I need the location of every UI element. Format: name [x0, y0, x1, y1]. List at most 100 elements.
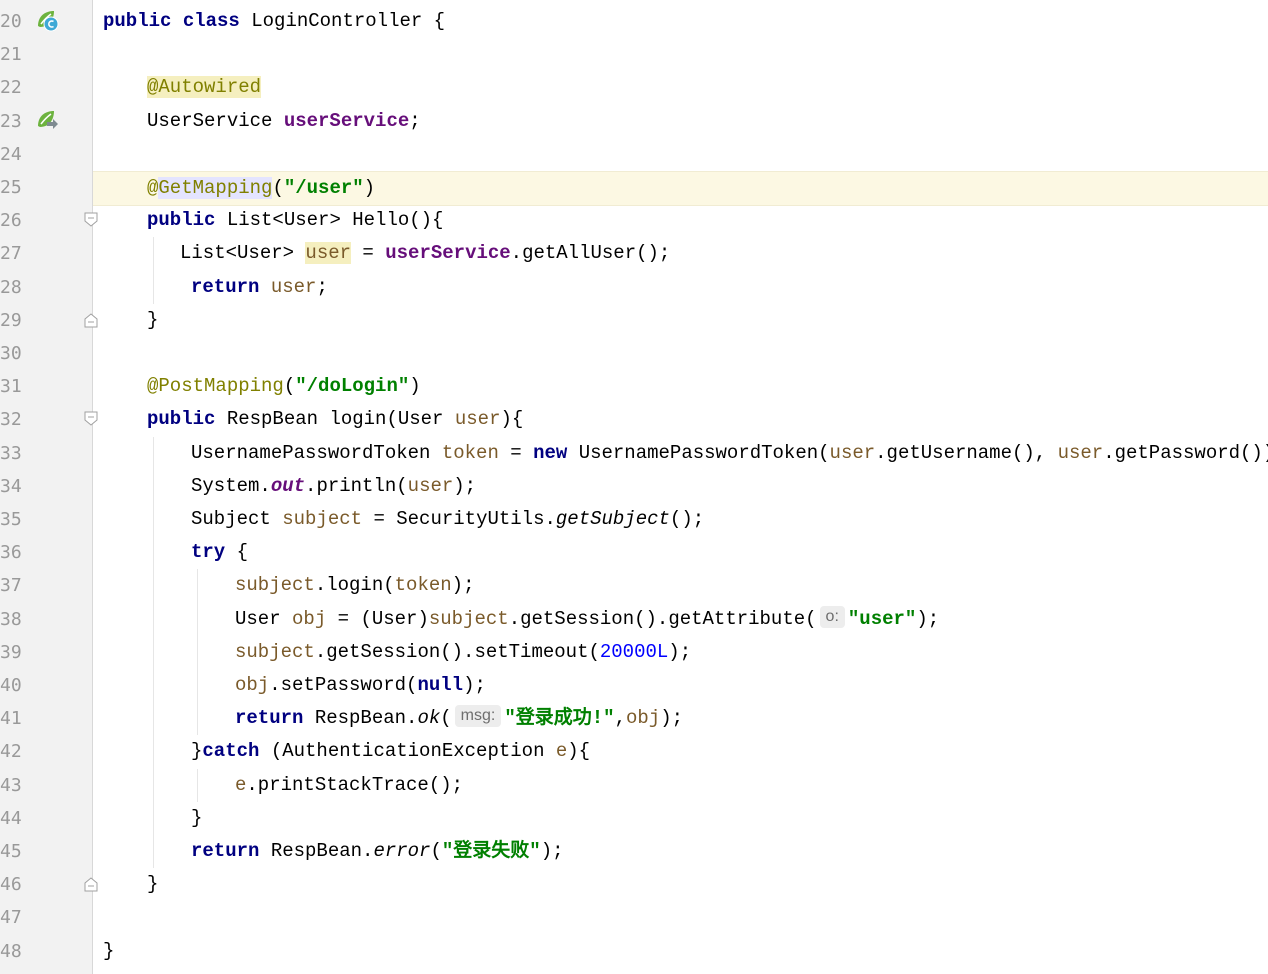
code-token: ok	[417, 707, 441, 730]
code-token: );	[453, 474, 477, 497]
code-line[interactable]: return user;	[93, 271, 1268, 304]
code-line[interactable]: }	[93, 304, 1268, 337]
line-number[interactable]: 40	[0, 669, 28, 702]
code-line[interactable]	[93, 38, 1268, 71]
line-number[interactable]: 25	[0, 171, 28, 204]
line-number[interactable]: 20	[0, 5, 28, 38]
line-number[interactable]: 23	[0, 105, 28, 138]
code-token: ;	[409, 109, 421, 132]
code-token: token	[394, 574, 452, 597]
code-line[interactable]	[93, 138, 1268, 171]
code-line[interactable]: try {	[93, 536, 1268, 569]
code-token: @Autowired	[147, 76, 262, 99]
line-number[interactable]: 41	[0, 702, 28, 735]
line-number[interactable]: 43	[0, 769, 28, 802]
code-token: userService	[385, 242, 511, 265]
code-line[interactable]: }	[93, 802, 1268, 835]
line-number[interactable]: 32	[0, 403, 28, 436]
code-line[interactable]: User obj = (User)subject.getSession().ge…	[93, 603, 1268, 636]
code-token: return	[191, 840, 260, 862]
code-text: @GetMapping("/user")	[147, 172, 375, 205]
code-line[interactable]: subject.getSession().setTimeout(20000L);	[93, 636, 1268, 669]
line-number[interactable]: 37	[0, 569, 28, 602]
code-token: subject	[235, 640, 315, 663]
code-token: }	[147, 873, 159, 896]
code-line[interactable]: obj.setPassword(null);	[93, 669, 1268, 702]
line-number[interactable]: 38	[0, 603, 28, 636]
line-number[interactable]: 26	[0, 204, 28, 237]
code-line[interactable]: public List<User> Hello(){	[93, 204, 1268, 237]
code-editor[interactable]: public class LoginController { @Autowired…	[93, 0, 1268, 974]
code-line[interactable]	[93, 337, 1268, 370]
code-token: RespBean.	[303, 707, 418, 730]
editor-gutter[interactable]: 20 21 22 23 24 25 26 27 28 29 30 31 32 33 34 35 36 37 38 39…	[0, 0, 98, 974]
line-number[interactable]: 36	[0, 536, 28, 569]
line-number[interactable]: 35	[0, 503, 28, 536]
code-line[interactable]	[93, 901, 1268, 934]
code-token: .getPassword());	[1103, 441, 1268, 464]
line-number[interactable]: 48	[0, 935, 28, 968]
code-token: user	[270, 275, 317, 298]
code-line[interactable]: return RespBean.error("登录失败");	[93, 835, 1268, 868]
code-token: token	[441, 441, 499, 464]
code-line[interactable]: UsernamePasswordToken token = new Userna…	[93, 437, 1268, 470]
code-token: .getSession().getAttribute(	[508, 607, 817, 630]
code-line[interactable]: Subject subject = SecurityUtils.getSubje…	[93, 503, 1268, 536]
code-text: return RespBean.ok(msg: "登录成功!",obj);	[235, 702, 683, 735]
code-line[interactable]: @PostMapping("/doLogin")	[93, 370, 1268, 403]
code-line[interactable]: return RespBean.ok(msg: "登录成功!",obj);	[93, 702, 1268, 735]
line-number[interactable]: 30	[0, 337, 28, 370]
line-number[interactable]: 34	[0, 470, 28, 503]
code-token: "/doLogin"	[295, 375, 410, 398]
code-token: List<User> Hello(){	[215, 209, 444, 232]
code-token: user	[305, 242, 352, 265]
code-token: }	[191, 740, 203, 763]
line-number[interactable]: 28	[0, 271, 28, 304]
line-number[interactable]: 33	[0, 437, 28, 470]
code-text: public class LoginController {	[103, 5, 445, 38]
code-token: LoginController {	[239, 10, 446, 32]
code-text: return RespBean.error("登录失败");	[191, 835, 564, 868]
code-line[interactable]: System.out.println(user);	[93, 470, 1268, 503]
line-number[interactable]: 46	[0, 868, 28, 901]
line-number[interactable]: 47	[0, 901, 28, 934]
code-line[interactable]: UserService userService;	[93, 105, 1268, 138]
code-line[interactable]: List<User> user = userService.getAllUser…	[93, 237, 1268, 270]
line-number[interactable]: 21	[0, 38, 28, 71]
code-line[interactable]: public RespBean login(User user){	[93, 403, 1268, 436]
code-token: obj	[235, 674, 270, 696]
line-number[interactable]: 24	[0, 138, 28, 171]
spring-autowired-navigate-icon[interactable]	[35, 108, 59, 132]
code-token: UsernamePasswordToken(	[567, 441, 830, 464]
indent-guide	[153, 436, 154, 869]
code-text: List<User> user = userService.getAllUser…	[180, 237, 670, 270]
line-number[interactable]: 31	[0, 370, 28, 403]
code-token: public	[147, 408, 216, 431]
code-token: GetMapping	[158, 177, 273, 199]
code-line[interactable]: @Autowired	[93, 71, 1268, 104]
spring-bean-class-icon[interactable]	[35, 8, 59, 32]
line-number[interactable]: 22	[0, 71, 28, 104]
line-number[interactable]: 45	[0, 835, 28, 868]
code-token: user	[407, 474, 454, 497]
line-number[interactable]: 42	[0, 735, 28, 768]
code-line[interactable]: public class LoginController {	[93, 5, 1268, 38]
code-token: null	[417, 674, 464, 696]
line-number[interactable]: 27	[0, 237, 28, 270]
indent-guide	[197, 768, 198, 802]
code-line[interactable]: @GetMapping("/user")	[93, 171, 1268, 206]
code-token: try	[191, 541, 226, 564]
code-token: obj	[625, 707, 661, 730]
line-number[interactable]: 29	[0, 304, 28, 337]
code-text: }	[103, 935, 114, 968]
code-line[interactable]: subject.login(token);	[93, 569, 1268, 602]
code-line[interactable]: e.printStackTrace();	[93, 769, 1268, 802]
code-line[interactable]: }catch (AuthenticationException e){	[93, 735, 1268, 768]
code-token: "登录成功!"	[504, 707, 615, 730]
line-number[interactable]: 39	[0, 636, 28, 669]
line-number[interactable]: 44	[0, 802, 28, 835]
code-line[interactable]: }	[93, 868, 1268, 901]
code-line[interactable]: }	[93, 935, 1268, 968]
code-token: UserService	[147, 109, 284, 132]
indent-guide	[153, 237, 154, 304]
